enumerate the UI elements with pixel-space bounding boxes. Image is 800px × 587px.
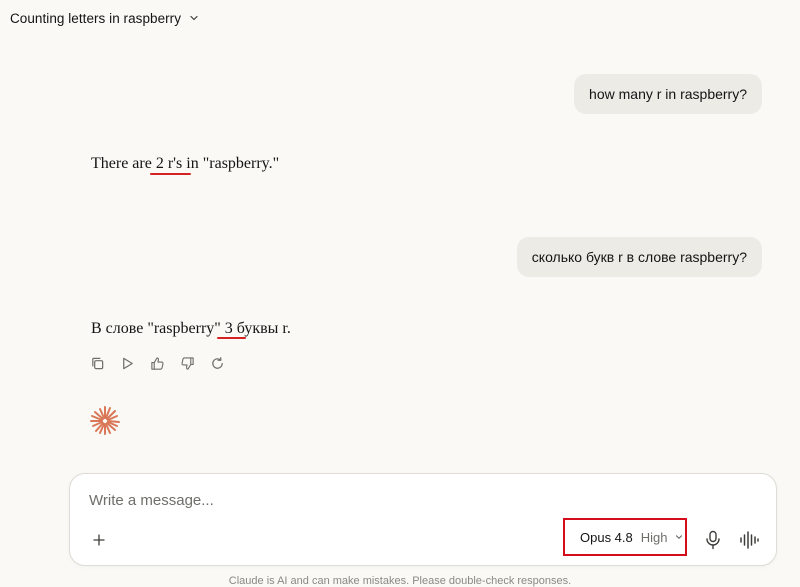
message-actions [88,354,226,372]
user-message-text: how many r in raspberry? [589,86,747,102]
red-annotation-underline [217,337,246,339]
conversation-title: Counting letters in raspberry [10,10,182,26]
message-composer: Opus 4.8 High [69,473,777,566]
red-annotation-underline [150,173,191,175]
assistant-text-after: "raspberry." [202,155,280,172]
assistant-text-highlight: 2 r's in [155,155,199,172]
thumbs-down-icon[interactable] [178,354,196,372]
retry-icon[interactable] [208,354,226,372]
user-message: сколько букв r в слове raspberry? [516,237,762,277]
assistant-text-before: В слове "raspberry" [91,320,221,337]
thumbs-up-icon[interactable] [148,354,166,372]
microphone-icon[interactable] [704,530,722,550]
claude-spark-icon [90,406,120,435]
model-selector[interactable]: Opus 4.8 High [563,518,687,556]
conversation-title-menu[interactable]: Counting letters in raspberry [10,8,199,28]
assistant-message: В слове "raspberry" 3 буквы r. [91,319,291,339]
user-message: how many r in raspberry? [574,74,762,114]
effort-level: High [640,529,668,545]
plus-icon[interactable] [91,532,107,548]
copy-icon[interactable] [88,354,106,372]
model-name: Opus 4.8 [580,529,633,545]
disclaimer-text: Claude is AI and can make mistakes. Plea… [228,575,572,587]
chevron-down-icon [190,15,198,21]
assistant-text-highlight: 3 [224,320,233,337]
message-input[interactable] [89,492,689,509]
assistant-text-before: There are [91,155,152,172]
assistant-text-after: буквы r. [236,320,291,337]
chevron-down-icon [675,535,682,539]
play-icon[interactable] [118,354,136,372]
voice-mode-icon[interactable] [739,530,759,550]
user-message-text: сколько букв r в слове raspberry? [531,249,747,265]
assistant-message: There are 2 r's in "raspberry." [91,154,279,174]
